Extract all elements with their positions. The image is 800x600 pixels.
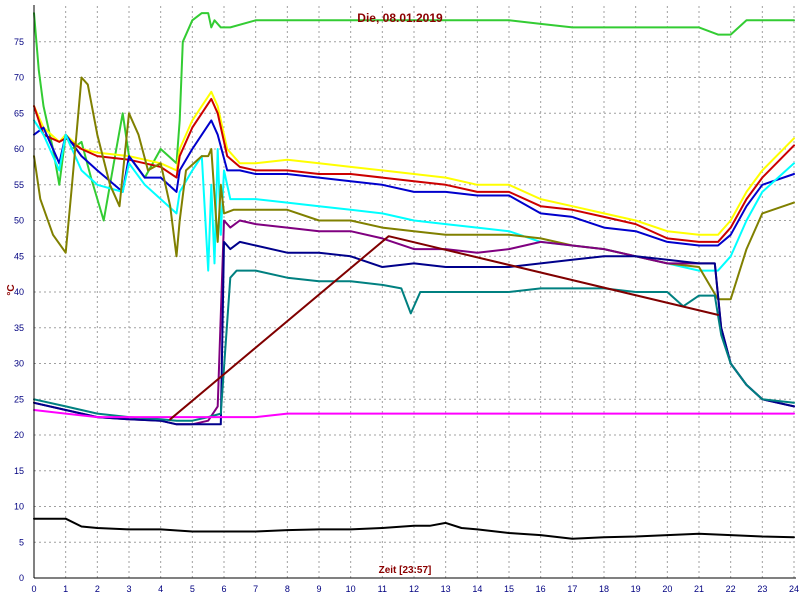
x-tick-label: 5 [190, 584, 195, 594]
x-tick-label: 6 [221, 584, 226, 594]
x-tick-label: 10 [346, 584, 356, 594]
y-tick-label: 70 [14, 73, 24, 83]
y-tick-label: 0 [19, 573, 24, 583]
y-tick-label: 25 [14, 394, 24, 404]
y-tick-label: 55 [14, 180, 24, 190]
x-tick-label: 20 [662, 584, 672, 594]
temperature-chart: 0510152025303540455055606570750 1 2 3 4 5 6 7 8 9… [0, 0, 800, 600]
x-tick-label: 13 [441, 584, 451, 594]
x-tick-label: 0 [31, 584, 36, 594]
chart-title: Die, 08.01.2019 [357, 11, 443, 25]
x-tick-label: 21 [694, 584, 704, 594]
y-tick-label: 60 [14, 144, 24, 154]
x-tick-label: 8 [285, 584, 290, 594]
y-tick-label: 45 [14, 251, 24, 261]
x-tick-label: 7 [253, 584, 258, 594]
x-tick-label: 11 [378, 584, 387, 594]
x-tick-label: 4 [158, 584, 163, 594]
x-tick-label: 19 [631, 584, 641, 594]
x-tick-label: 1 [63, 584, 68, 594]
y-tick-label: 65 [14, 108, 24, 118]
y-tick-label: 5 [19, 537, 24, 547]
x-tick-label: 14 [472, 584, 482, 594]
y-tick-label: 30 [14, 359, 24, 369]
x-axis-label: Zeit [23:57] [379, 565, 432, 576]
x-tick-label: 9 [316, 584, 321, 594]
x-tick-label: 16 [536, 584, 546, 594]
y-tick-label: 10 [14, 502, 24, 512]
y-tick-label: 35 [14, 323, 24, 333]
x-tick-label: 23 [757, 584, 767, 594]
y-tick-label: 20 [14, 430, 24, 440]
x-tick-label: 3 [126, 584, 131, 594]
x-tick-label: 18 [599, 584, 609, 594]
chart-background [0, 0, 800, 600]
x-tick-label: 22 [726, 584, 736, 594]
y-axis-label: °C [6, 284, 17, 295]
x-tick-label: 12 [409, 584, 419, 594]
y-tick-label: 75 [14, 37, 24, 47]
y-tick-label: 50 [14, 216, 24, 226]
x-tick-label: 2 [95, 584, 100, 594]
x-tick-label: 15 [504, 584, 514, 594]
x-tick-label: 17 [567, 584, 577, 594]
y-tick-label: 15 [14, 466, 24, 476]
x-tick-label: 24 [789, 584, 799, 594]
